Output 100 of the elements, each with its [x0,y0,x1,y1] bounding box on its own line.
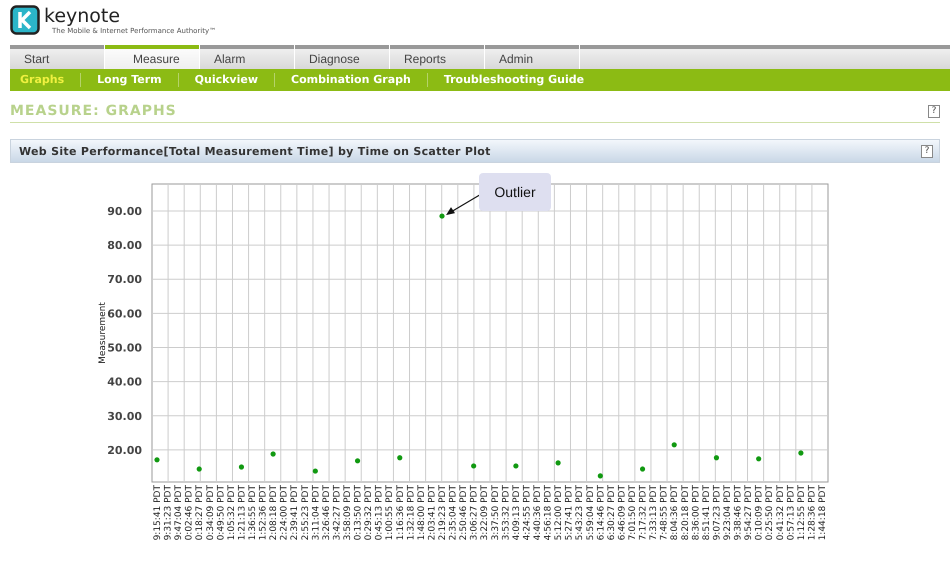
brand-name: keynote [44,5,122,27]
x-tick-label: 8:51:41 PDT [702,485,712,540]
y-tick-label: 20.00 [107,444,142,457]
nav-tab[interactable]: Alarm [200,45,294,69]
y-tick-label: 60.00 [107,307,142,320]
x-tick-label: 2:55:23 PDT [300,485,311,540]
x-tick-label: 9:31:23 PDT [164,485,174,540]
data-point [238,464,244,470]
x-tick-label: 8:04:36 PDT [670,485,680,540]
x-tick-label: 6:14:46 PDT [596,485,606,540]
x-tick-label: 1:21:13 PDT [237,485,248,540]
nav-tab[interactable]: Reports [390,45,484,69]
help-icon[interactable]: ? [921,144,933,158]
x-tick-label: 9:15:41 PDT [153,485,163,540]
help-icon[interactable]: ? [928,104,940,118]
data-point [798,450,804,456]
data-point [714,455,720,460]
x-tick-label: 3:06:27 PDT [470,485,480,540]
x-tick-label: 7:48:55 PDT [660,485,670,540]
page-heading: MEASURE: GRAPHS [10,103,177,119]
x-tick-label: 1:32:18 PDT [406,485,416,540]
data-point [270,451,276,457]
y-axis-title: Measurement [98,302,108,364]
data-point [598,473,603,478]
x-tick-label: 5:59:04 PDT [586,485,596,540]
data-point [471,463,476,469]
x-tick-label: 1:05:32 PDT [226,485,237,540]
x-tick-label: 2:50:46 PDT [459,485,470,540]
x-tick-label: 0:18:27 PDT [195,485,206,540]
x-tick-label: 7:17:32 PDT [638,485,649,540]
x-tick-label: 2:08:18 PDT [269,485,280,540]
x-tick-label: 0:13:50 PDT [354,485,364,540]
x-tick-label: 2:35:04 PDT [448,485,459,540]
y-tick-label: 50.00 [107,342,142,354]
data-point [513,463,518,469]
x-tick-label: 2:03:41 PDT [427,485,438,540]
y-tick-label: 40.00 [107,376,142,389]
x-tick-label: 0:49:50 PDT [216,485,226,540]
x-tick-label: 1:48:00 PDT [416,485,427,540]
x-tick-label: 0:34:09 PDT [206,485,216,540]
data-point [672,442,677,448]
data-point [756,456,762,462]
x-tick-label: 0:25:50 PDT [765,485,776,540]
x-tick-label: 9:38:46 PDT [734,485,744,540]
logo-icon [10,5,40,35]
x-tick-label: 2:19:23 PDT [438,485,448,540]
nav-tab[interactable]: Start [10,45,104,69]
x-tick-label: 0:45:13 PDT [374,485,385,540]
data-point [312,468,318,474]
x-tick-label: 3:53:32 PDT [501,485,512,540]
x-tick-label: 4:56:18 PDT [544,485,554,540]
x-tick-label: 0:10:09 PDT [754,485,765,540]
x-tick-label: 3:58:09 PDT [343,485,353,540]
callout-label: Outlier [494,184,536,200]
x-tick-label: 2:24:00 PDT [280,485,290,540]
data-point [196,466,202,472]
data-point [154,457,160,462]
x-tick-label: 0:57:13 PDT [786,485,796,540]
x-tick-label: 0:29:32 PDT [364,485,374,540]
x-tick-label: 6:46:09 PDT [617,485,628,540]
x-tick-label: 1:00:55 PDT [385,485,396,540]
x-tick-label: 4:24:55 PDT [522,485,532,540]
x-tick-label: 3:11:04 PDT [311,485,322,540]
x-tick-label: 1:12:55 PDT [796,485,807,540]
panel-title: Web Site Performance[Total Measurement Time] by Time on Scatter Plot [19,144,491,158]
x-tick-label: 5:12:00 PDT [554,485,564,540]
x-tick-label: 4:09:13 PDT [512,485,522,540]
x-tick-label: 1:28:36 PDT [807,485,818,540]
x-tick-label: 8:36:00 PDT [691,485,702,540]
x-tick-label: 5:43:23 PDT [575,485,586,540]
nav-tab[interactable]: Measure [105,45,199,69]
x-tick-label: 0:41:32 PDT [776,485,786,540]
x-tick-label: 9:23:04 PDT [723,485,733,540]
data-point [556,460,561,466]
nav-tab[interactable]: Diagnose [295,45,389,69]
nav-tab[interactable]: Admin [485,45,579,69]
data-point [354,458,360,464]
y-tick-label: 30.00 [107,410,142,423]
x-tick-label: 3:26:46 PDT [322,485,332,540]
callout-box [479,173,551,211]
x-tick-label: 1:36:55 PDT [248,485,258,540]
x-tick-label: 2:39:41 PDT [290,485,300,540]
y-tick-label: 70.00 [107,273,142,286]
x-tick-label: 8:20:18 PDT [680,485,691,540]
data-point [397,455,402,460]
x-tick-label: 5:27:41 PDT [564,485,575,540]
x-tick-label: 9:47:04 PDT [174,485,184,540]
data-point [439,213,445,219]
x-tick-label: 4:40:36 PDT [533,485,543,540]
x-tick-label: 3:22:09 PDT [480,485,490,540]
x-tick-label: 1:52:36 PDT [258,485,269,540]
x-tick-label: 9:54:27 PDT [744,485,754,540]
x-tick-label: 3:37:50 PDT [490,485,501,540]
x-tick-label: 1:44:18 PDT [818,485,828,540]
x-tick-label: 6:30:27 PDT [606,485,617,540]
x-tick-label: 0:02:46 PDT [184,485,195,540]
data-point [640,466,646,472]
y-tick-label: 80.00 [107,239,142,252]
x-tick-label: 9:07:23 PDT [712,485,722,540]
x-tick-label: 1:16:36 PDT [396,485,406,540]
